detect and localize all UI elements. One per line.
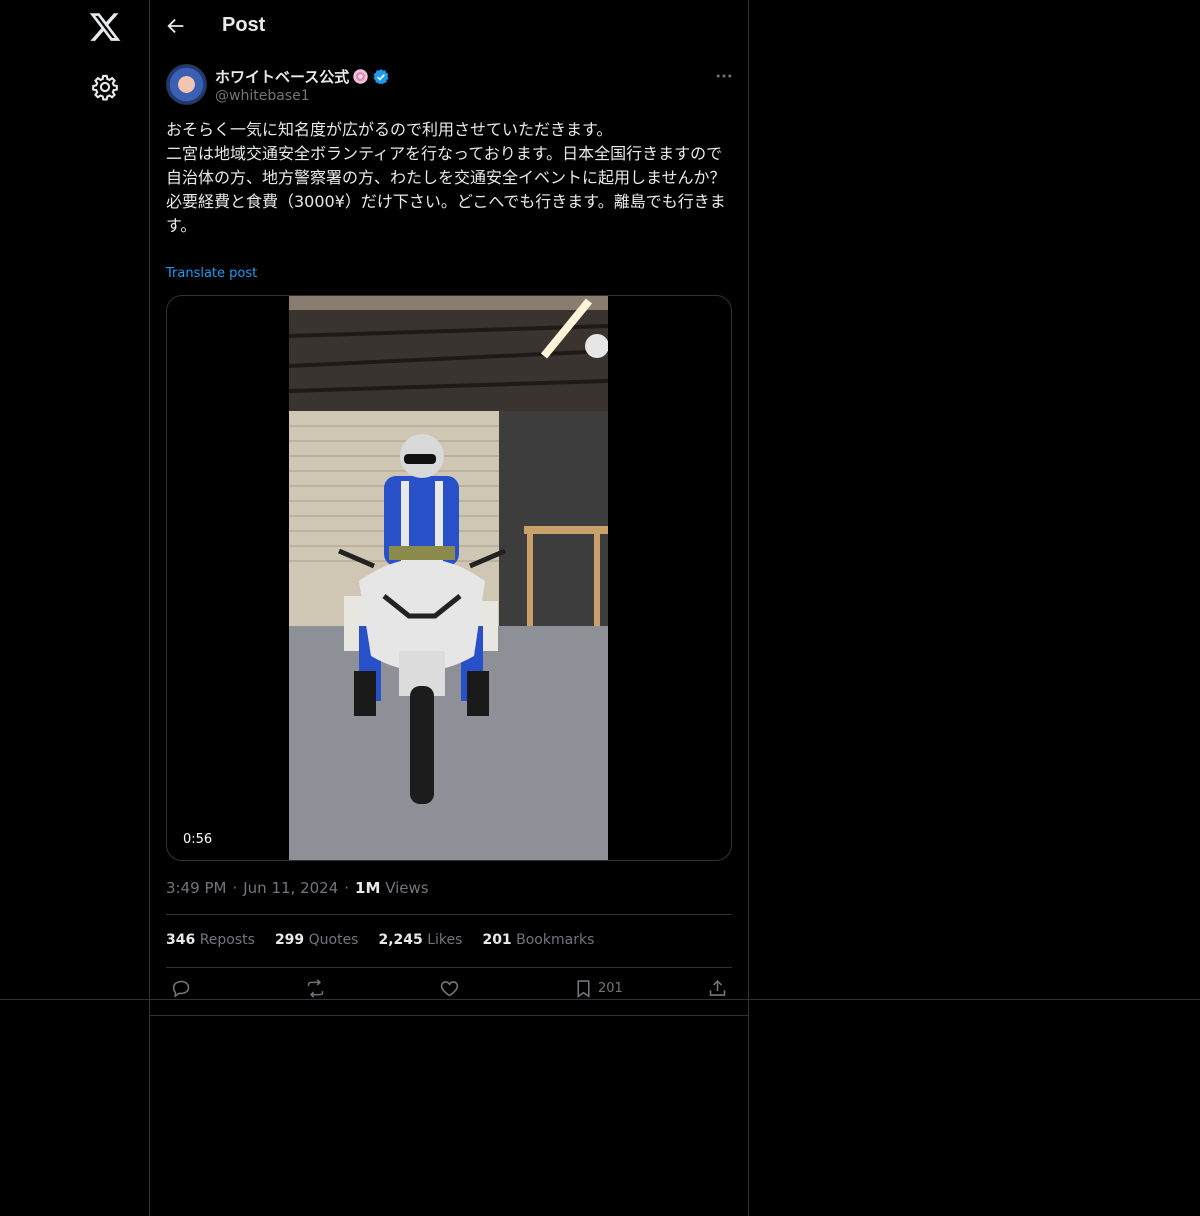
- bookmarks-stat[interactable]: 201 Bookmarks: [482, 932, 594, 948]
- quotes-label: Quotes: [308, 932, 359, 948]
- translate-post-link[interactable]: Translate post: [166, 266, 257, 281]
- divider: [166, 914, 732, 915]
- meta-separator: ·: [232, 879, 238, 897]
- reposts-stat[interactable]: 346 Reposts: [166, 932, 255, 948]
- reposts-count: 346: [166, 932, 196, 948]
- gear-icon[interactable]: [91, 73, 119, 101]
- quotes-count: 299: [274, 932, 305, 948]
- flower-badge-icon: [353, 69, 368, 84]
- repost-icon: [307, 979, 324, 998]
- post-meta: 3:49 PM · Jun 11, 2024 · 1M Views: [166, 879, 429, 897]
- likes-label: Likes: [427, 932, 463, 948]
- likes-count: 2,245: [378, 932, 423, 948]
- top-bar: Post: [150, 0, 748, 53]
- post-stats: 346 Reposts 299 Quotes 2,245 Likes 201 B…: [166, 932, 594, 948]
- video-frame: [289, 296, 608, 860]
- meta-separator: ·: [344, 879, 350, 897]
- video-player[interactable]: [289, 296, 608, 860]
- post-text: おそらく一気に知名度が広がるので利用させていただきます。 二宮は地域交通安全ボラ…: [166, 120, 726, 235]
- page-title: Post: [222, 14, 266, 36]
- author-handle[interactable]: @whitebase1: [215, 88, 310, 104]
- post-time[interactable]: 3:49 PM: [166, 879, 226, 897]
- views-count: 1M: [355, 879, 381, 897]
- author-display-name[interactable]: ホワイトベース公式: [215, 66, 349, 87]
- avatar[interactable]: [166, 64, 207, 105]
- likes-stat[interactable]: 2,245 Likes: [378, 932, 462, 948]
- arrow-left-icon[interactable]: [165, 15, 187, 37]
- reply-button[interactable]: [171, 978, 192, 999]
- bookmarks-count: 201: [482, 932, 512, 948]
- post-media[interactable]: 0:56: [166, 295, 732, 861]
- left-nav: [0, 0, 150, 1216]
- post-author: ホワイトベース公式 @whitebase1: [166, 64, 734, 108]
- views-label: Views: [385, 879, 429, 897]
- divider: [166, 967, 732, 968]
- video-duration: 0:56: [177, 831, 219, 848]
- quotes-stat[interactable]: 299 Quotes: [275, 932, 359, 948]
- heart-icon: [440, 981, 459, 997]
- divider: [0, 999, 1200, 1000]
- bookmark-count: 201: [598, 981, 623, 996]
- bookmark-icon: [577, 980, 590, 998]
- post-actions: 201: [166, 978, 736, 1004]
- verified-badge-icon: [373, 68, 389, 84]
- reposts-label: Reposts: [199, 932, 255, 948]
- author-name-row: ホワイトベース公式: [215, 66, 390, 87]
- bookmark-button[interactable]: 201: [573, 978, 623, 999]
- repost-button[interactable]: [305, 978, 326, 999]
- bookmarks-label: Bookmarks: [516, 932, 595, 948]
- share-icon: [709, 979, 726, 996]
- reply-icon: [172, 980, 190, 998]
- x-logo-icon[interactable]: [88, 10, 122, 44]
- share-button[interactable]: [707, 978, 728, 999]
- post-date[interactable]: Jun 11, 2024: [243, 879, 338, 897]
- divider: [149, 1015, 749, 1016]
- more-options-icon[interactable]: [714, 66, 734, 86]
- main-column: Post ホワイトベース公式 @whitebase1 おそらく一気に知名度が広が…: [149, 0, 749, 1216]
- like-button[interactable]: [439, 978, 460, 999]
